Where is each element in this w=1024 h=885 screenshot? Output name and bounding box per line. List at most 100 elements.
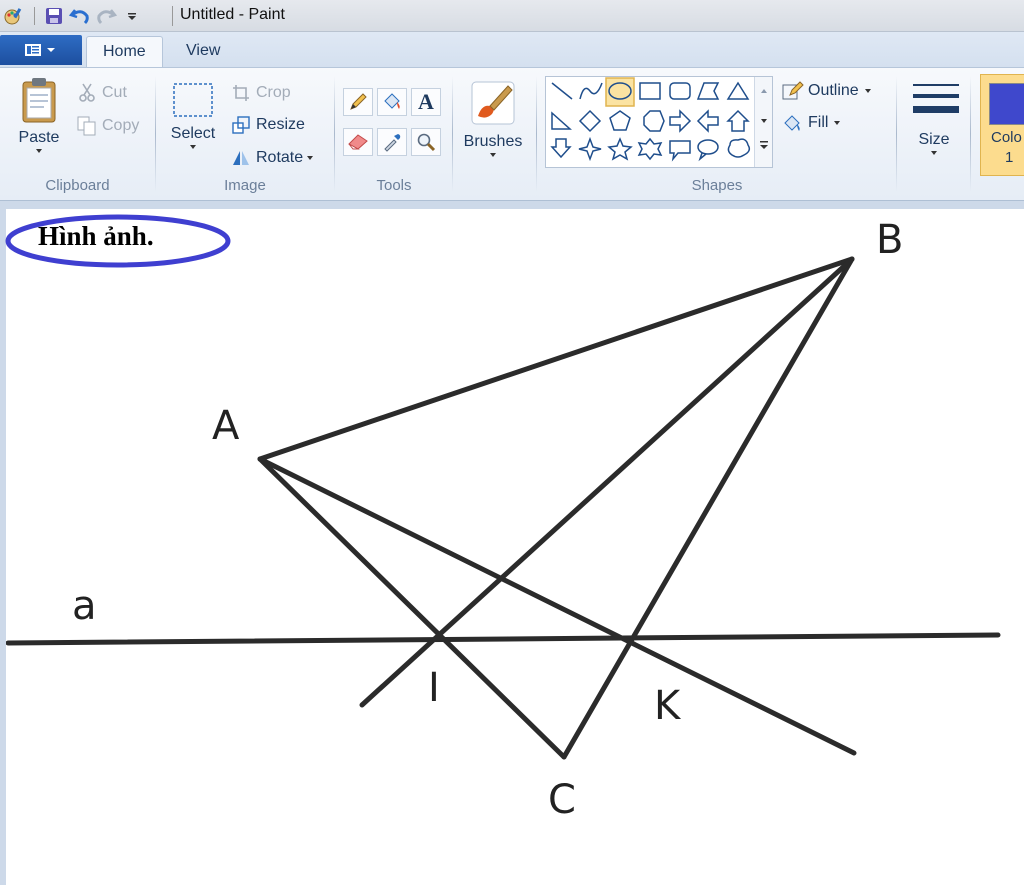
copy-button[interactable]: Copy — [76, 113, 139, 139]
shapes-group-label: Shapes — [691, 177, 743, 194]
line-ak — [257, 456, 857, 756]
redo-icon[interactable] — [95, 5, 117, 27]
select-rectangle-icon — [173, 83, 213, 117]
undo-icon[interactable] — [69, 5, 91, 27]
drawing-canvas[interactable] — [6, 209, 1024, 885]
fill-label: Fill — [808, 114, 829, 131]
outline-pencil-icon — [782, 80, 804, 102]
select-dropdown-icon — [190, 145, 196, 149]
ribbon-divider — [155, 76, 156, 192]
brushes-label: Brushes — [463, 133, 523, 150]
cut-button[interactable]: Cut — [76, 80, 127, 106]
line-a — [6, 632, 1001, 646]
crop-button[interactable]: Crop — [230, 80, 291, 106]
copy-label: Copy — [102, 117, 140, 134]
shapes-scroll-arrows-icon — [760, 89, 768, 149]
select-button[interactable]: Select — [166, 80, 220, 149]
fill-bucket-icon — [782, 112, 804, 134]
brushes-dropdown-icon — [490, 153, 496, 157]
paste-dropdown-icon — [36, 149, 42, 153]
eraser-button[interactable] — [343, 128, 373, 156]
rotate-dropdown-icon — [307, 156, 314, 160]
resize-label: Resize — [256, 116, 305, 133]
ribbon-divider — [896, 76, 897, 192]
segment-ac — [257, 456, 567, 760]
fill-dropdown-icon — [834, 121, 841, 125]
geometry-drawing — [6, 256, 1001, 760]
window-title: Untitled - Paint — [180, 6, 285, 23]
outline-label: Outline — [808, 82, 859, 99]
brushes-group: Brushes — [456, 72, 532, 198]
tab-home[interactable]: Home — [86, 36, 163, 68]
ribbon-divider — [536, 76, 537, 192]
line-size-icon — [913, 84, 959, 113]
shapes-gallery-icons — [550, 77, 751, 162]
crop-icon — [230, 82, 252, 104]
size-label: Size — [918, 131, 950, 148]
paint-menu-icon — [25, 44, 55, 56]
paste-label: Paste — [18, 129, 60, 146]
eraser-icon — [348, 134, 368, 150]
magnifier-icon — [417, 133, 436, 152]
cut-label: Cut — [102, 84, 127, 101]
point-label-a: A — [212, 403, 240, 449]
select-label: Select — [170, 125, 216, 142]
title-divider — [172, 6, 173, 26]
size-button[interactable]: Size — [904, 78, 964, 155]
fill-button[interactable]: Fill — [782, 110, 841, 136]
copy-icon — [76, 115, 98, 137]
point-label-i: I — [428, 665, 440, 711]
resize-button[interactable]: Resize — [230, 112, 305, 138]
canvas-area: Hình ảnh. B A a I K C — [0, 201, 1024, 885]
rotate-button[interactable]: Rotate — [230, 145, 314, 171]
magnifier-button[interactable] — [411, 128, 441, 156]
qa-divider — [34, 7, 35, 25]
save-icon[interactable] — [43, 5, 65, 27]
clipboard-group: Paste Cut Copy Clipboard — [0, 72, 155, 198]
ribbon-divider — [452, 76, 453, 192]
paint-menu-button[interactable] — [0, 35, 82, 65]
point-label-b: B — [876, 217, 904, 263]
title-bar: Untitled - Paint — [0, 0, 1024, 32]
segment-ab — [257, 256, 855, 462]
outline-button[interactable]: Outline — [782, 78, 871, 104]
color-picker-button[interactable] — [377, 128, 407, 156]
color-1-number: 1 — [1005, 149, 1014, 166]
image-group-label: Image — [224, 177, 266, 194]
image-group: Select Crop Resize Rotate Image — [158, 72, 332, 198]
ribbon-divider — [970, 76, 971, 192]
color-1-label: Colo — [991, 129, 1022, 146]
canvas-caption: Hình ảnh. — [38, 221, 154, 251]
text-tool-icon: A — [418, 89, 434, 114]
tab-view[interactable]: View — [170, 36, 236, 68]
clipboard-icon — [22, 78, 56, 123]
customize-dropdown-icon[interactable] — [121, 5, 143, 27]
crop-label: Crop — [256, 84, 291, 101]
color-1-swatch — [989, 83, 1024, 125]
point-label-k: K — [654, 683, 681, 729]
ribbon-tabs: Home View — [0, 32, 1024, 68]
fill-with-color-button[interactable] — [377, 88, 407, 116]
ribbon: Paste Cut Copy Clipboard Select Crop Res… — [0, 67, 1024, 201]
paint-bucket-icon — [384, 93, 400, 109]
tools-group: A Tools — [336, 72, 452, 198]
brush-icon — [471, 81, 515, 125]
size-dropdown-icon — [931, 151, 937, 155]
paste-button[interactable]: Paste — [12, 76, 66, 153]
color-1-button[interactable]: Colo 1 — [980, 74, 1024, 176]
clipboard-group-label: Clipboard — [45, 177, 110, 194]
line-label-a: a — [72, 583, 97, 629]
rotate-icon — [230, 147, 252, 169]
tools-group-label: Tools — [376, 177, 412, 194]
rotate-label: Rotate — [256, 149, 304, 166]
paint-app-icon[interactable] — [2, 5, 24, 27]
ribbon-divider — [334, 76, 335, 192]
resize-icon — [230, 114, 252, 136]
brushes-button[interactable]: Brushes — [458, 78, 528, 157]
shapes-scrollbar[interactable] — [754, 77, 772, 167]
shapes-gallery — [545, 76, 773, 168]
quick-access-toolbar — [2, 4, 147, 28]
eyedropper-icon — [384, 134, 401, 152]
text-button[interactable]: A — [411, 88, 441, 116]
pencil-button[interactable] — [343, 88, 373, 116]
